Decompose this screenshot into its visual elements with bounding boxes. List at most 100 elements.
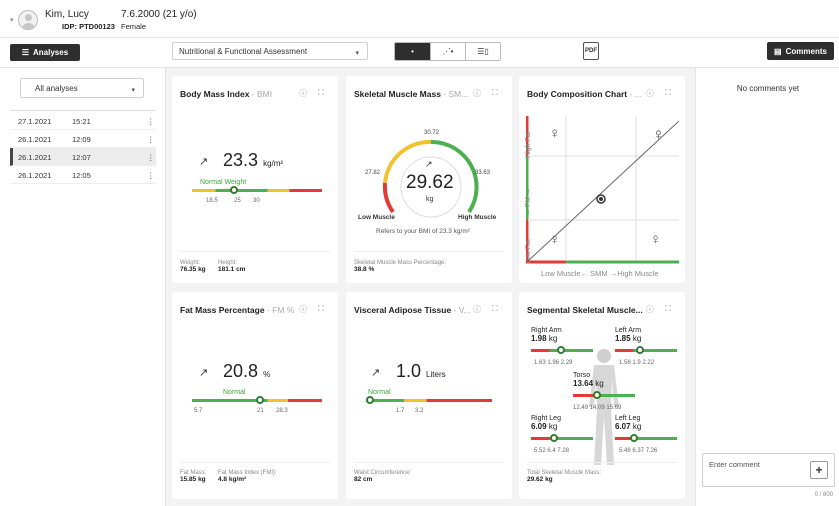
assessment-select[interactable]: Nutritional & Functional Assessment ▾	[172, 42, 368, 60]
weight-stat: Weight: 76.35 kg	[180, 260, 206, 273]
no-comments-text: No comments yet	[736, 84, 800, 93]
analyses-button[interactable]: ☰ Analyses	[10, 44, 80, 61]
yaxis-low-label: Low Fat	[525, 239, 532, 264]
tick-labels: 5.48 6.37 7.26	[619, 448, 658, 454]
dashboard-grid: Body Mass Index - BMI ⓘ ⛶ ↗ 23.3 kg/m² N…	[166, 68, 695, 506]
smm-value: 29.62	[406, 172, 454, 193]
smm-note: Refers to your BMI of 23.3 kg/m²	[376, 228, 470, 235]
smm-card[interactable]: Skeletal Muscle Mass - SM... ⓘ ⛶ 30.72 2…	[346, 76, 512, 283]
xaxis-label: Low Muscle← SMM →High Muscle	[541, 269, 659, 278]
trend-arrow-icon: ↗	[199, 156, 209, 168]
info-icon[interactable]: ⓘ	[299, 304, 307, 315]
gauge-left-label: 27.82	[365, 170, 381, 176]
info-icon[interactable]: ⓘ	[646, 304, 654, 315]
tick-labels: 12.49 14.09 15.69	[573, 405, 622, 411]
info-icon[interactable]: ⓘ	[299, 88, 307, 99]
fat-mass-stat: Fat Mass: 15.85 kg	[180, 470, 207, 483]
card-title: Fat Mass Percentage - FM %	[180, 305, 295, 315]
analyses-list	[10, 110, 156, 111]
total-smm-stat: Total Skeletal Muscle Mass: 29.62 kg	[527, 470, 602, 483]
pdf-icon[interactable]: PDF	[583, 42, 599, 60]
list-item-selected[interactable]: 26.1.2021 12:07 ⋮	[10, 148, 156, 166]
chevron-down-icon: ▾	[131, 87, 135, 94]
analyses-filter[interactable]: All analyses ▾	[20, 78, 144, 98]
left-arm-marker	[636, 346, 644, 354]
view-trend-button[interactable]: ⋰•	[430, 43, 465, 60]
trend-arrow-icon: ↗	[199, 367, 209, 379]
more-icon[interactable]: ⋮	[147, 117, 155, 126]
body-composition-card[interactable]: Body Composition Chart - ... ⓘ ⛶ ♀ ♀ ♀ ♀…	[519, 76, 685, 283]
comments-panel: No comments yet Enter comment + 0 / 800	[695, 68, 839, 506]
smm-unit: kg	[426, 196, 434, 203]
right-arm-marker	[557, 346, 565, 354]
tick-labels: 1.63 1.96 2.29	[534, 360, 573, 366]
more-icon[interactable]: ⋮	[147, 153, 155, 162]
card-title: Segmental Skeletal Muscle...	[527, 305, 643, 315]
torso-scale	[573, 394, 635, 397]
tick-label: 21	[257, 408, 264, 414]
add-comment-button[interactable]: +	[810, 461, 828, 479]
tick-label: 1.7	[396, 408, 405, 414]
expand-icon[interactable]: ⛶	[665, 88, 671, 98]
expand-icon[interactable]: ⛶	[318, 304, 324, 314]
expand-icon[interactable]: ⛶	[665, 304, 671, 314]
info-icon[interactable]: ⓘ	[473, 304, 481, 315]
view-split-button[interactable]: ☰▯	[465, 43, 500, 60]
yaxis-high-label: High Fat	[525, 131, 532, 158]
svg-text:♀: ♀	[549, 125, 560, 142]
card-title: Visceral Adipose Tissue - V...	[354, 305, 471, 315]
svg-text:♀: ♀	[549, 231, 560, 248]
list-item[interactable]: 26.1.2021 12:09 ⋮	[10, 130, 156, 148]
height-stat: Height: 181.1 cm	[218, 260, 246, 273]
bmi-value: 23.3 kg/m²	[223, 150, 284, 170]
expand-icon[interactable]: ⛶	[492, 88, 498, 98]
svg-text:♀: ♀	[652, 125, 665, 144]
right-leg-label: Right Leg 6.09 kg	[531, 415, 561, 431]
range-label: Normal	[368, 389, 391, 396]
vat-marker	[366, 396, 374, 404]
expand-icon[interactable]: ⛶	[492, 304, 498, 314]
fat-mass-marker	[256, 396, 264, 404]
right-arm-label: Right Arm 1.98 kg	[531, 327, 562, 343]
divider	[180, 462, 330, 463]
comment-counter: 0 / 800	[814, 492, 833, 498]
left-arm-scale	[615, 349, 677, 352]
info-icon[interactable]: ⓘ	[646, 88, 654, 99]
patient-sex: Female	[121, 22, 147, 31]
comment-icon: ▤	[774, 46, 782, 56]
card-title: Body Mass Index - BMI	[180, 89, 273, 99]
info-icon[interactable]: ⓘ	[473, 88, 481, 99]
segmental-muscle-card[interactable]: Segmental Skeletal Muscle... ⓘ ⛶ Right A…	[519, 292, 685, 499]
comments-button[interactable]: ▤ Comments	[767, 42, 834, 60]
gauge-low-segment	[382, 182, 395, 214]
bmi-card[interactable]: Body Mass Index - BMI ⓘ ⛶ ↗ 23.3 kg/m² N…	[172, 76, 338, 283]
torso-marker	[593, 391, 601, 399]
fat-mass-card[interactable]: Fat Mass Percentage - FM % ⓘ ⛶ ↗ 20.8 % …	[172, 292, 338, 499]
tick-label: 28.3	[276, 408, 288, 414]
more-icon[interactable]: ⋮	[147, 135, 155, 144]
list-icon: ☰	[21, 48, 30, 57]
torso-label: Torso 13.64 kg	[573, 372, 604, 388]
tick-label: 25	[234, 198, 241, 204]
divider	[354, 251, 504, 252]
vat-value: 1.0 Liters	[396, 361, 446, 381]
gauge-top-label: 30.72	[424, 130, 440, 136]
view-single-button[interactable]: •	[395, 43, 430, 60]
visceral-adipose-card[interactable]: Visceral Adipose Tissue - V... ⓘ ⛶ ↗ 1.0…	[346, 292, 512, 499]
yaxis-mid-label: ← FM →	[525, 188, 532, 216]
waist-stat: Waist Circumference: 82 cm	[354, 470, 412, 483]
more-icon[interactable]: ⋮	[147, 171, 155, 180]
comment-input[interactable]: Enter comment +	[702, 453, 835, 487]
patient-id: IDP: PTD00123	[62, 22, 115, 31]
collapse-caret-icon[interactable]: ▾	[10, 16, 14, 24]
list-item[interactable]: 26.1.2021 12:05 ⋮	[10, 166, 156, 184]
fat-mass-value: 20.8 %	[223, 361, 271, 381]
divider	[527, 462, 677, 463]
tick-labels: 1.58 1.9 2.22	[619, 360, 655, 366]
trend-arrow-icon: ↗	[425, 159, 433, 169]
expand-icon[interactable]: ⛶	[318, 88, 324, 98]
list-item[interactable]: 27.1.2021 15:21 ⋮	[10, 112, 156, 130]
left-arm-label: Left Arm 1.85 kg	[615, 327, 642, 343]
tick-label: 18.5	[206, 198, 218, 204]
tick-label: 3.2	[415, 408, 424, 414]
